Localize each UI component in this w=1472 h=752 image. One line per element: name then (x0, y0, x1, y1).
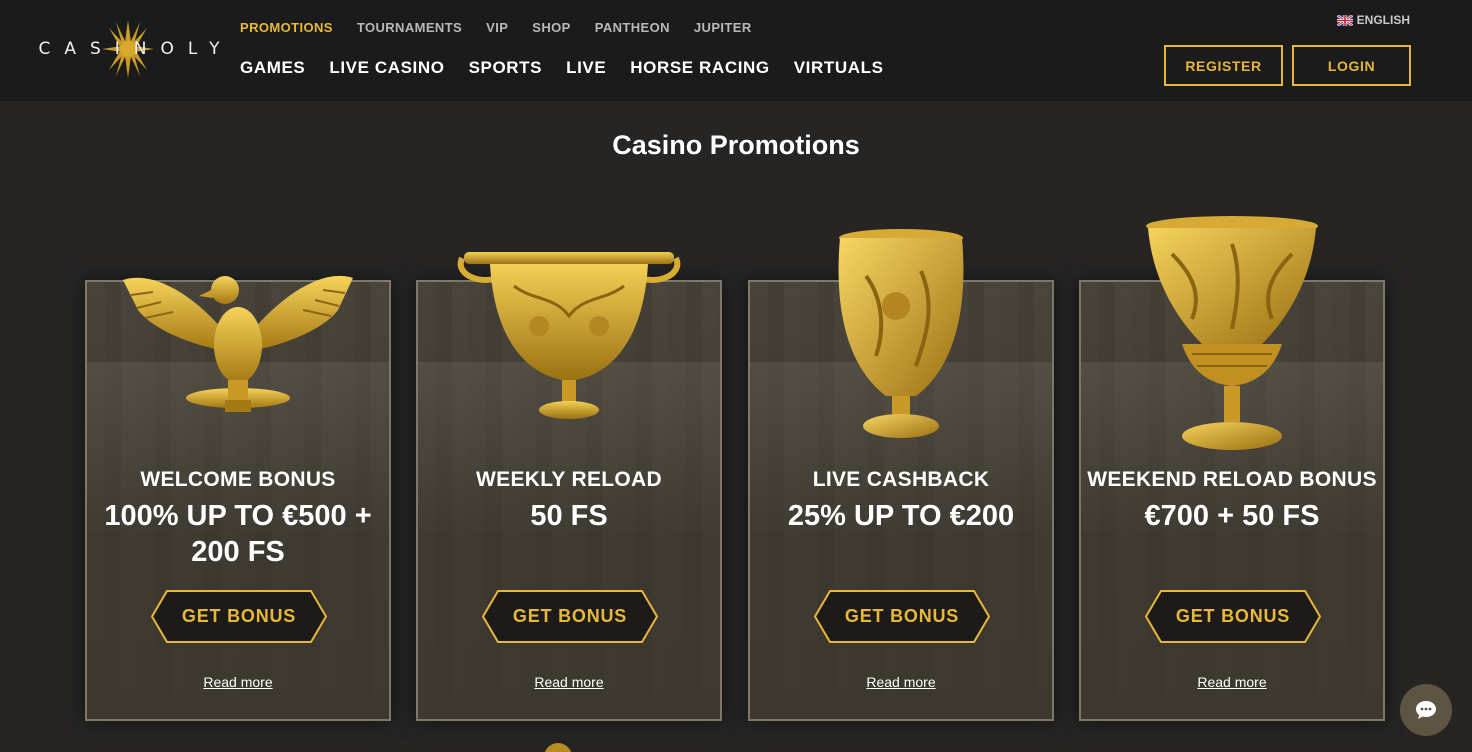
promo-label: WEEKEND RELOAD BONUS (1087, 468, 1377, 491)
golden-cup-handles-image (418, 246, 720, 426)
promo-offer: €700 + 50 FS (1144, 500, 1320, 532)
promo-card-live-cashback: LIVE CASHBACK 25% UP TO €200 GET BONUS R… (748, 229, 1054, 721)
promo-card-weekend-reload: WEEKEND RELOAD BONUS €700 + 50 FS GET BO… (1079, 216, 1385, 721)
promo-offer: 50 FS (530, 500, 608, 532)
main-nav-horse-racing[interactable]: HORSE RACING (630, 58, 769, 78)
uk-flag-icon (1336, 14, 1353, 26)
get-bonus-label: GET BONUS (512, 606, 628, 626)
register-button[interactable]: REGISTER (1164, 45, 1283, 86)
partial-coin-image (544, 743, 572, 752)
logo-text: CASINOLY (38, 39, 234, 59)
top-nav-tournaments[interactable]: TOURNAMENTS (357, 20, 462, 35)
get-bonus-button[interactable]: GET BONUS (1145, 590, 1321, 643)
golden-eagle-image (87, 250, 389, 420)
promo-card-weekly-reload: WEEKLY RELOAD 50 FS GET BONUS Read more (416, 252, 722, 721)
get-bonus-label: GET BONUS (844, 606, 960, 626)
read-more-link[interactable]: Read more (750, 674, 1052, 690)
chat-button[interactable] (1400, 684, 1452, 736)
promo-label: LIVE CASHBACK (812, 468, 990, 491)
get-bonus-label: GET BONUS (1175, 606, 1291, 626)
promo-label: WEEKLY RELOAD (476, 468, 662, 491)
main-nav-games[interactable]: GAMES (240, 58, 305, 78)
promo-offer: 25% UP TO €200 (787, 500, 1015, 532)
main-nav-live-casino[interactable]: LIVE CASINO (329, 58, 444, 78)
get-bonus-button[interactable]: GET BONUS (151, 590, 327, 643)
login-button[interactable]: LOGIN (1292, 45, 1411, 86)
promo-card-welcome: WELCOME BONUS 100% UP TO €500 + 200 FS G… (85, 275, 391, 721)
top-nav-shop[interactable]: SHOP (532, 20, 570, 35)
main-nav-sports[interactable]: SPORTS (469, 58, 543, 78)
read-more-link[interactable]: Read more (418, 674, 720, 690)
main-nav-virtuals[interactable]: VIRTUALS (794, 58, 884, 78)
read-more-link[interactable]: Read more (1081, 674, 1383, 690)
get-bonus-label: GET BONUS (181, 606, 297, 626)
promo-label: WELCOME BONUS (140, 468, 336, 491)
top-nav-promotions[interactable]: PROMOTIONS (240, 20, 333, 35)
top-nav-vip[interactable]: VIP (486, 20, 508, 35)
top-nav-jupiter[interactable]: JUPITER (694, 20, 752, 35)
top-nav: PROMOTIONS TOURNAMENTS VIP SHOP PANTHEON… (240, 20, 752, 35)
get-bonus-button[interactable]: GET BONUS (482, 590, 658, 643)
golden-krater-image (1081, 214, 1383, 454)
main-nav-live[interactable]: LIVE (566, 58, 606, 78)
page-title: Casino Promotions (612, 130, 860, 160)
golden-goblet-image (750, 226, 1052, 446)
get-bonus-button[interactable]: GET BONUS (814, 590, 990, 643)
chat-bubble-icon (1416, 701, 1436, 719)
main-nav: GAMES LIVE CASINO SPORTS LIVE HORSE RACI… (240, 58, 884, 78)
language-label: ENGLISH (1356, 13, 1410, 27)
read-more-link[interactable]: Read more (87, 674, 389, 690)
casinoly-logo[interactable]: CASINOLY (39, 18, 220, 80)
site-header: CASINOLY PROMOTIONS TOURNAMENTS VIP SHOP… (0, 0, 1472, 101)
language-selector[interactable]: ENGLISH (1336, 13, 1410, 27)
promo-offer: 100% UP TO €500 + 200 FS (104, 500, 372, 568)
top-nav-pantheon[interactable]: PANTHEON (595, 20, 670, 35)
